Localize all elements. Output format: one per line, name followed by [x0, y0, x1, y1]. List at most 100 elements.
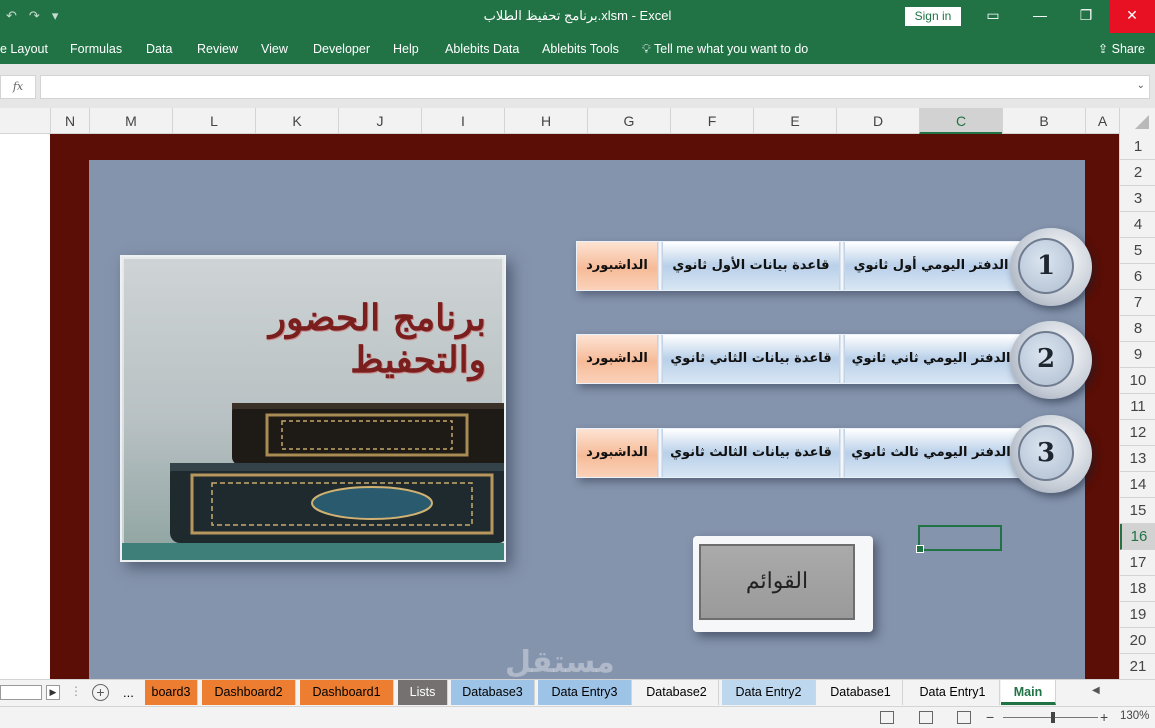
minimize-icon[interactable]: — [1017, 0, 1063, 33]
row-header[interactable]: 17 [1120, 550, 1155, 576]
sheet-tab-database2[interactable]: Database2 [635, 680, 719, 705]
daily-log-button-1[interactable]: الدفتر اليومي أول ثانوي [845, 242, 1017, 290]
title-bar: ↶ ↷ ▾ برنامج تحفيظ الطلاب.xlsm - Excel S… [0, 0, 1155, 33]
zoom-level[interactable]: 130% [1120, 710, 1149, 722]
lists-button-label: القوائم [699, 544, 855, 620]
tab-view[interactable]: View [261, 42, 288, 56]
row-header-selected[interactable]: 16 [1120, 524, 1155, 550]
tab-formulas[interactable]: Formulas [70, 42, 122, 56]
menu-row-3: الداشبورد قاعدة بيانات الثالث ثانوي الدف… [576, 428, 1036, 478]
sheet-tab-dashboard3[interactable]: board3 [145, 680, 198, 705]
tab-help[interactable]: Help [393, 42, 419, 56]
tab-data[interactable]: Data [146, 42, 172, 56]
column-header[interactable]: M [89, 108, 172, 134]
row-header[interactable]: 15 [1120, 498, 1155, 524]
dashboard-button-1[interactable]: الداشبورد [577, 242, 657, 290]
ribbon-tabs: e Layout Formulas Data Review View Devel… [0, 33, 1155, 64]
row-header[interactable]: 3 [1120, 186, 1155, 212]
page-layout-view-icon[interactable] [919, 711, 933, 724]
database-button-2[interactable]: قاعدة بيانات الثاني ثانوي [663, 335, 839, 383]
column-header[interactable]: A [1085, 108, 1119, 134]
add-sheet-button[interactable]: + [92, 684, 109, 701]
row-header[interactable]: 19 [1120, 602, 1155, 628]
share-button[interactable]: ⇪ Share [1098, 41, 1145, 56]
sheet-tab-main[interactable]: Main [1001, 680, 1056, 705]
column-header[interactable]: N [50, 108, 89, 134]
column-header[interactable]: L [172, 108, 255, 134]
tab-ablebits-data[interactable]: Ablebits Data [445, 42, 519, 56]
scroll-tabs-left-icon[interactable]: ◀ [1092, 685, 1100, 696]
tell-me-search[interactable]: 💡︎ Tell me what you want to do [642, 42, 808, 57]
row-header[interactable]: 11 [1120, 394, 1155, 420]
insert-function-button[interactable]: fx [0, 75, 36, 99]
horizontal-scroll-box[interactable] [0, 685, 42, 700]
zoom-slider[interactable] [1003, 712, 1098, 723]
splitter-handle[interactable]: ⋮ [70, 684, 82, 698]
sheet-tabs-bar: ▶ ⋮ + ... board3 Dashboard2 Dashboard1 L… [0, 679, 1155, 706]
zoom-slider-thumb[interactable] [1051, 712, 1056, 723]
row-header[interactable]: 5 [1120, 238, 1155, 264]
close-icon[interactable]: ✕ [1109, 0, 1155, 33]
column-header[interactable]: I [421, 108, 504, 134]
row-header[interactable]: 10 [1120, 368, 1155, 394]
column-header[interactable]: E [753, 108, 836, 134]
row-header[interactable]: 12 [1120, 420, 1155, 446]
lists-button[interactable]: القوائم [693, 536, 873, 632]
page-break-view-icon[interactable] [957, 711, 971, 724]
tab-page-layout[interactable]: e Layout [0, 42, 48, 56]
daily-log-button-3[interactable]: الدفتر اليومي ثالث ثانوي [845, 429, 1017, 477]
database-button-1[interactable]: قاعدة بيانات الأول ثانوي [663, 242, 839, 290]
row-header[interactable]: 7 [1120, 290, 1155, 316]
sheet-tab-database3[interactable]: Database3 [451, 680, 535, 705]
program-title-card[interactable]: برنامج الحضور والتحفيظ [120, 255, 506, 562]
zoom-out-icon[interactable]: − [986, 709, 994, 725]
sheet-tab-database1[interactable]: Database1 [819, 680, 903, 705]
daily-log-button-2[interactable]: الدفتر اليومي ثاني ثانوي [845, 335, 1017, 383]
tab-review[interactable]: Review [197, 42, 238, 56]
row-header[interactable]: 20 [1120, 628, 1155, 654]
worksheet-grid[interactable]: برنامج الحضور والتحفيظ الداشبورد قاعدة ب… [0, 134, 1119, 679]
sheet-tab-dashboard1[interactable]: Dashboard1 [300, 680, 394, 705]
next-sheet-icon[interactable]: ▶ [46, 685, 60, 700]
database-button-3[interactable]: قاعدة بيانات الثالث ثانوي [663, 429, 839, 477]
active-cell[interactable] [916, 525, 1002, 553]
column-header[interactable]: K [255, 108, 338, 134]
sheet-tab-dashboard2[interactable]: Dashboard2 [202, 680, 296, 705]
sheet-tab-data-entry2[interactable]: Data Entry2 [722, 680, 816, 705]
row-header[interactable]: 9 [1120, 342, 1155, 368]
column-header[interactable]: B [1002, 108, 1085, 134]
column-header[interactable]: J [338, 108, 421, 134]
tab-developer[interactable]: Developer [313, 42, 370, 56]
normal-view-icon[interactable] [880, 711, 894, 724]
sheet-tab-data-entry3[interactable]: Data Entry3 [538, 680, 632, 705]
select-all-corner[interactable] [1119, 108, 1155, 134]
number-badge-1: 1 [1010, 228, 1092, 306]
column-header-selected[interactable]: C [919, 108, 1002, 134]
formula-input[interactable]: ⌄ [40, 75, 1150, 99]
column-header[interactable]: D [836, 108, 919, 134]
column-header[interactable]: H [504, 108, 587, 134]
restore-icon[interactable]: ❐ [1063, 0, 1109, 33]
sheet-tab-data-entry1[interactable]: Data Entry1 [906, 680, 1000, 705]
status-bar: − + 130% [0, 706, 1155, 728]
ribbon-display-options-icon[interactable]: ▭ [970, 0, 1016, 33]
row-header[interactable]: 21 [1120, 654, 1155, 680]
more-sheets-button[interactable]: ... [123, 685, 134, 700]
row-header[interactable]: 4 [1120, 212, 1155, 238]
row-header[interactable]: 6 [1120, 264, 1155, 290]
row-header[interactable]: 14 [1120, 472, 1155, 498]
tab-ablebits-tools[interactable]: Ablebits Tools [542, 42, 619, 56]
column-header[interactable]: G [587, 108, 670, 134]
row-header[interactable]: 13 [1120, 446, 1155, 472]
zoom-in-icon[interactable]: + [1100, 709, 1108, 725]
row-header[interactable]: 2 [1120, 160, 1155, 186]
sheet-tab-lists[interactable]: Lists [398, 680, 448, 705]
row-header[interactable]: 8 [1120, 316, 1155, 342]
column-header[interactable]: F [670, 108, 753, 134]
row-header[interactable]: 18 [1120, 576, 1155, 602]
dashboard-button-2[interactable]: الداشبورد [577, 335, 657, 383]
expand-formula-bar-icon[interactable]: ⌄ [1137, 80, 1145, 91]
row-header[interactable]: 1 [1120, 134, 1155, 160]
dashboard-button-3[interactable]: الداشبورد [577, 429, 657, 477]
sign-in-button[interactable]: Sign in [905, 7, 961, 26]
